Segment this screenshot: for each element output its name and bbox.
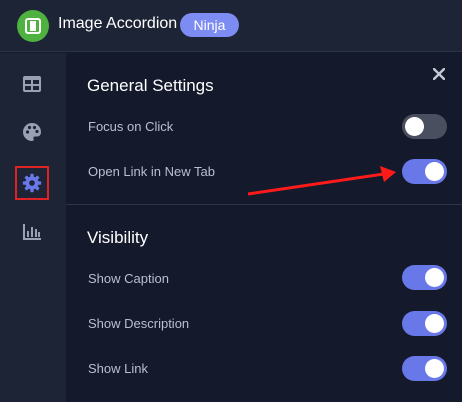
sidebar-item-layout[interactable] xyxy=(15,67,49,101)
sidebar-item-settings[interactable] xyxy=(15,166,49,200)
show-caption-toggle[interactable] xyxy=(402,265,447,290)
bar-chart-icon xyxy=(23,224,41,240)
show-description-label: Show Description xyxy=(88,316,190,331)
plan-badge: Ninja xyxy=(180,13,239,37)
settings-panel: General Settings Focus on Click Open Lin… xyxy=(66,53,462,402)
show-description-toggle[interactable] xyxy=(402,311,447,336)
show-link-label: Show Link xyxy=(88,361,148,376)
toggle-knob xyxy=(425,314,444,333)
focus-on-click-toggle[interactable] xyxy=(402,114,447,139)
toggle-knob xyxy=(425,359,444,378)
general-settings-title: General Settings xyxy=(87,76,214,95)
visibility-title: Visibility xyxy=(87,228,149,247)
toggle-knob xyxy=(425,268,444,287)
sidebar xyxy=(0,53,66,402)
sidebar-item-analytics[interactable] xyxy=(15,215,49,249)
image-accordion-icon xyxy=(25,18,41,34)
annotation-arrow-icon xyxy=(247,166,396,196)
open-link-new-tab-toggle[interactable] xyxy=(402,159,447,184)
close-icon xyxy=(433,68,445,80)
show-caption-label: Show Caption xyxy=(88,271,169,286)
focus-on-click-label: Focus on Click xyxy=(88,119,174,134)
app-logo xyxy=(17,10,49,42)
gear-icon xyxy=(22,173,42,193)
palette-icon xyxy=(23,123,41,141)
table-icon xyxy=(23,76,41,92)
sidebar-item-style[interactable] xyxy=(15,115,49,149)
show-link-toggle[interactable] xyxy=(402,356,447,381)
toggle-knob xyxy=(425,162,444,181)
toggle-knob xyxy=(405,117,424,136)
close-button[interactable] xyxy=(430,65,448,83)
app-header: Image Accordion Ninja xyxy=(0,0,462,52)
section-divider xyxy=(66,204,462,205)
open-link-new-tab-label: Open Link in New Tab xyxy=(88,164,215,179)
app-title: Image Accordion xyxy=(58,15,178,32)
